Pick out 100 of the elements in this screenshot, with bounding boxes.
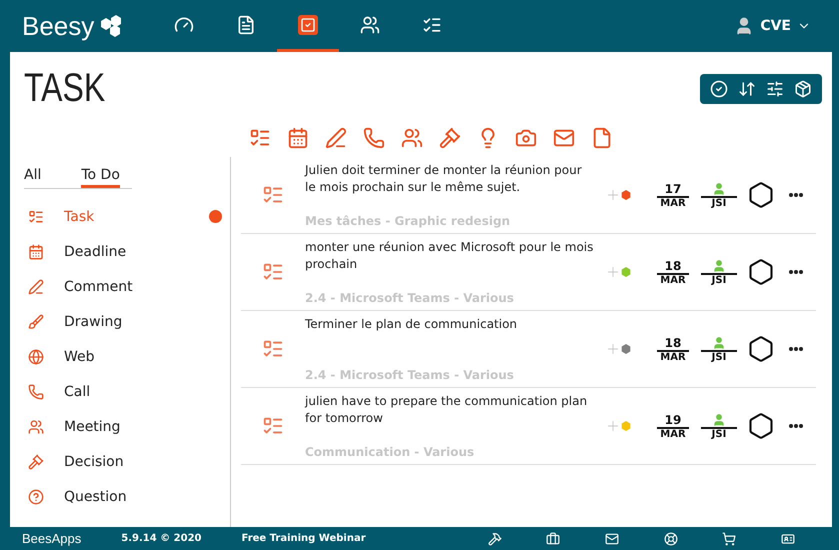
camera-icon [515,127,537,149]
globe-icon [28,348,44,364]
sidebar-item[interactable]: Drawing [24,304,222,339]
footer-button[interactable] [722,532,736,546]
person-icon [712,336,726,350]
task-row[interactable]: Terminer le plan de communication 2.4 - Microsoft Teams - Various 18 MAR JSI [241,311,816,388]
user-menu[interactable]: CVE [728,0,817,52]
footer-button[interactable] [546,532,560,546]
more-button[interactable] [789,424,803,428]
gavel-icon [28,454,44,470]
more-button[interactable] [789,193,803,197]
cart-icon [722,532,736,546]
due-day: 19 [657,412,689,428]
due-day: 18 [657,258,689,274]
task-text: monter une réunion avec Microsoft pour le mois prochain [305,239,594,273]
filter-tab[interactable]: All [24,167,42,188]
hammer-icon [488,532,502,546]
plus-icon [605,341,621,357]
document-icon [236,14,256,34]
envelope-icon [605,532,620,546]
due-month: MAR [660,352,686,362]
sliders-icon [766,80,784,98]
status-button[interactable] [747,181,775,209]
check-icon [710,80,728,98]
people-icon [401,127,423,149]
sidebar-label: Deadline [64,244,128,260]
hexagon-icon [747,335,775,363]
assignee-initials: JSI [712,198,726,208]
sidebar-label: Task [64,208,96,224]
plus-icon [605,418,621,434]
pen-icon [28,278,44,294]
page-title: TASK [24,66,106,111]
assignee-initials: JSI [712,352,726,362]
person-icon [712,258,726,272]
add-item-button[interactable] [437,125,463,151]
sidebar-item[interactable]: Deadline [24,234,222,269]
beesy-logo: Beesy [22,0,126,52]
dots-icon [789,193,803,197]
task-row[interactable]: Julien doit terminer de monter la réunion pour le mois prochain sur le même sujet. Mes tâches - Graphic redesign 17 MAR JSI [241,157,816,234]
file-icon [591,127,613,149]
plus-icon [605,264,621,280]
task-text: Terminer le plan de communication [305,316,518,333]
webinar-link[interactable]: Free Training Webinar [242,533,366,544]
hexagon-icon [747,181,775,209]
task-row[interactable]: julien have to prepare the communication plan for tomorrow Communication - Various 19 MAR JSI [241,388,816,465]
sidebar-item[interactable]: Call [24,374,222,409]
add-item-button[interactable] [361,125,387,151]
sidebar-item[interactable]: Web [24,339,222,374]
task-text: julien have to prepare the communication plan for tomorrow [305,393,588,427]
beesapps-logo: BeesApps [22,531,82,546]
footer-button[interactable] [780,532,795,546]
project-label: 2.4 - Microsoft Teams - Various [305,368,515,382]
dots-icon [789,347,803,351]
sidebar-item[interactable]: Task [24,199,222,234]
plus-icon [605,187,621,203]
status-button[interactable] [747,412,775,440]
sidebar-item[interactable]: Decision [24,444,222,479]
checklist-icon [28,208,44,224]
filter-tab[interactable]: To Do [81,167,120,188]
dots-icon [789,270,803,274]
gauge-icon [174,14,194,34]
sidebar-label: Question [64,488,128,504]
sidebar-item[interactable]: Meeting [24,409,222,444]
selected-dot [209,210,222,223]
due-month: MAR [660,198,686,208]
task-row[interactable]: monter une réunion avec Microsoft pour le mois prochain 2.4 - Microsoft Teams - Various 18 MAR JSI [241,234,816,311]
more-button[interactable] [789,270,803,274]
project-label: Mes tâches - Graphic redesign [305,214,512,228]
dots-icon [789,424,803,428]
hexagon-icon [747,258,775,286]
footer-button[interactable] [664,532,678,546]
more-button[interactable] [789,347,803,351]
status-button[interactable] [747,258,775,286]
sidebar-label: Comment [64,278,134,294]
calendar-icon [287,127,309,149]
person-icon [712,182,726,196]
due-month: MAR [660,274,686,286]
card-icon [780,532,795,546]
status-button[interactable] [747,335,775,363]
sort-icon [738,80,756,98]
person-icon [712,412,726,426]
sidebar-item[interactable]: Comment [24,269,222,304]
assignee-initials: JSI [712,428,726,440]
footer-button[interactable] [605,532,620,546]
envelope-icon [553,127,575,149]
add-item-button[interactable] [323,125,349,151]
checkbox-icon [300,16,316,32]
lifebuoy-icon [664,532,678,546]
due-month: MAR [660,428,686,440]
sidebar-label: Web [64,348,96,364]
pen-icon [325,127,347,149]
gavel-icon [439,127,461,149]
footer-button[interactable] [488,532,502,546]
task-text: Julien doit terminer de monter la réunion pour le mois prochain sur le même sujet. [305,162,583,196]
due-day: 18 [657,336,689,352]
sidebar-item[interactable]: Question [24,479,222,514]
people-icon [360,14,380,34]
sidebar-label: Drawing [64,314,124,330]
project-label: 2.4 - Microsoft Teams - Various [305,291,515,305]
project-label: Communication - Various [305,445,476,459]
